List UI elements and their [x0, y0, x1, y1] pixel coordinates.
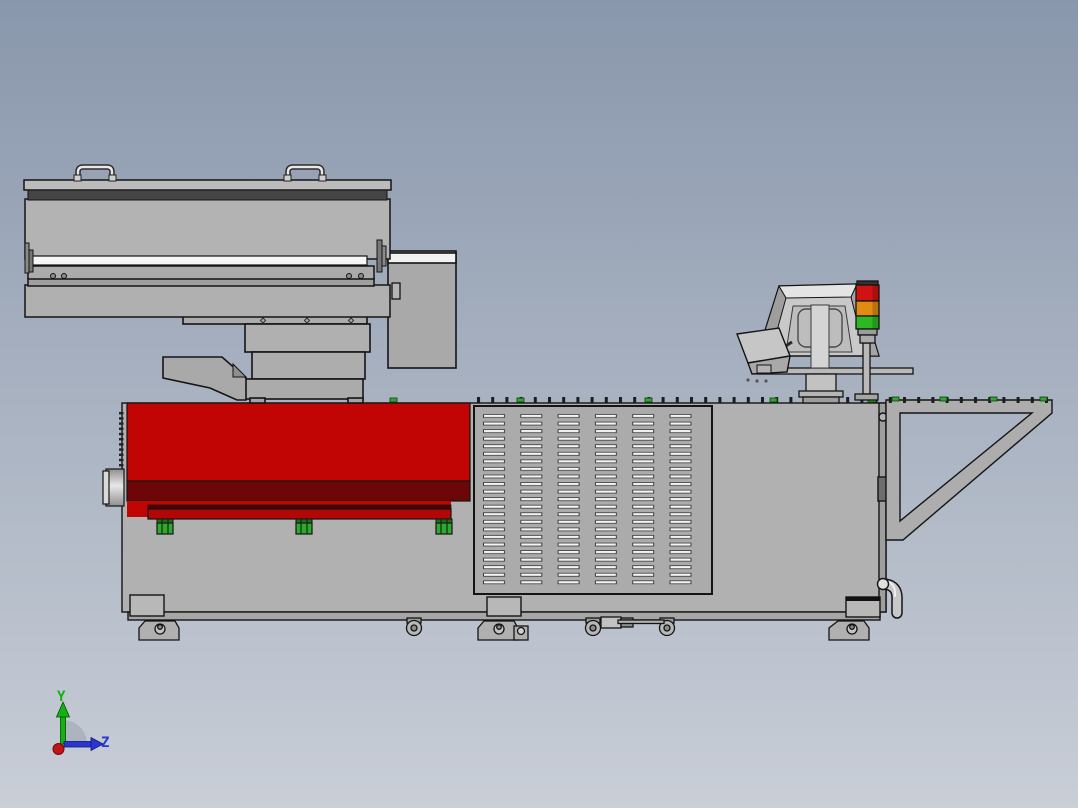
hinge-right [376, 239, 383, 273]
bolt-row [477, 396, 1050, 403]
vent-louvers [482, 412, 706, 586]
tower-pole-base [854, 393, 879, 401]
hopper-cover[interactable] [23, 179, 392, 318]
monitor-stand[interactable] [798, 373, 844, 404]
red-process-housing[interactable] [119, 402, 471, 520]
axis-x-origin[interactable] [52, 743, 65, 755]
red-mount-rail[interactable] [147, 508, 452, 520]
hopper-stripe [27, 189, 388, 201]
red-rail-shadow [147, 504, 452, 510]
vent-panel[interactable] [473, 405, 713, 595]
roller-bar[interactable] [29, 255, 368, 266]
axis-y-label: Y [57, 689, 66, 705]
axis-z-label: Z [101, 735, 109, 751]
cabinet-slot[interactable] [391, 282, 401, 300]
housing-serration [119, 412, 125, 469]
base-access-panel[interactable] [129, 594, 165, 617]
monitor-mount-column [810, 304, 830, 369]
hinge-left [24, 242, 30, 274]
base-access-panel[interactable] [486, 596, 522, 617]
cad-viewport[interactable]: Y Z [0, 0, 1078, 808]
control-cabinet[interactable] [387, 250, 457, 369]
barrel-cylinder[interactable] [102, 468, 125, 507]
tower-pole [862, 342, 871, 395]
